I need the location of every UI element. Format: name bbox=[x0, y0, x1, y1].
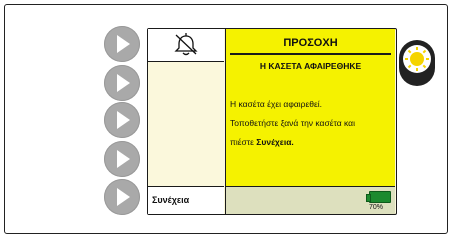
alarm-light-icon bbox=[403, 45, 431, 73]
continue-label: Συνέχεια bbox=[152, 195, 190, 205]
message-line-1: Η κασέτα έχει αφαιρεθεί. bbox=[230, 99, 323, 109]
pump-screen: Συνέχεια ΠΡΟΣΟΧΗ Η ΚΑΣΕΤΑ ΑΦΑΙΡΕΘΗΚΕ Η κ… bbox=[147, 28, 397, 215]
play-triangle-icon bbox=[117, 74, 130, 92]
muted-bell-icon bbox=[174, 33, 198, 56]
alert-title: ΠΡΟΣΟΧΗ bbox=[283, 37, 338, 49]
play-triangle-icon bbox=[117, 150, 130, 168]
message-line-3: πιέστε Συνέχεια. bbox=[230, 133, 393, 152]
title-divider bbox=[230, 53, 391, 55]
play-triangle-icon bbox=[117, 188, 130, 206]
message-line-2: Τοποθετήστε ξανά την κασέτα και bbox=[230, 118, 355, 128]
side-button-1[interactable] bbox=[104, 26, 140, 62]
alarm-indicator bbox=[399, 40, 435, 86]
side-button-2[interactable] bbox=[104, 65, 140, 101]
alert-subtitle: Η ΚΑΣΕΤΑ ΑΦΑΙΡΕΘΗΚΕ bbox=[259, 61, 362, 71]
play-triangle-icon bbox=[117, 111, 130, 129]
softkey-column: Συνέχεια bbox=[148, 29, 226, 214]
bell-cell bbox=[148, 29, 224, 62]
alert-panel: ΠΡΟΣΟΧΗ Η ΚΑΣΕΤΑ ΑΦΑΙΡΕΘΗΚΕ Η κασέτα έχε… bbox=[226, 29, 395, 186]
side-button-3[interactable] bbox=[104, 102, 140, 138]
continue-softkey[interactable]: Συνέχεια bbox=[148, 186, 224, 214]
alert-message: Η κασέτα έχει αφαιρεθεί. Τοποθετήστε ξαν… bbox=[230, 95, 393, 152]
battery-icon bbox=[366, 191, 391, 203]
battery-terminal bbox=[366, 194, 371, 202]
play-triangle-icon bbox=[117, 35, 130, 53]
message-line-3-text: πιέστε bbox=[230, 137, 257, 147]
battery-percent: 70% bbox=[369, 204, 384, 211]
status-bar: 70% bbox=[226, 186, 395, 214]
side-button-5[interactable] bbox=[104, 179, 140, 215]
message-line-3-bold: Συνέχεια. bbox=[256, 137, 294, 147]
side-button-4[interactable] bbox=[104, 141, 140, 177]
